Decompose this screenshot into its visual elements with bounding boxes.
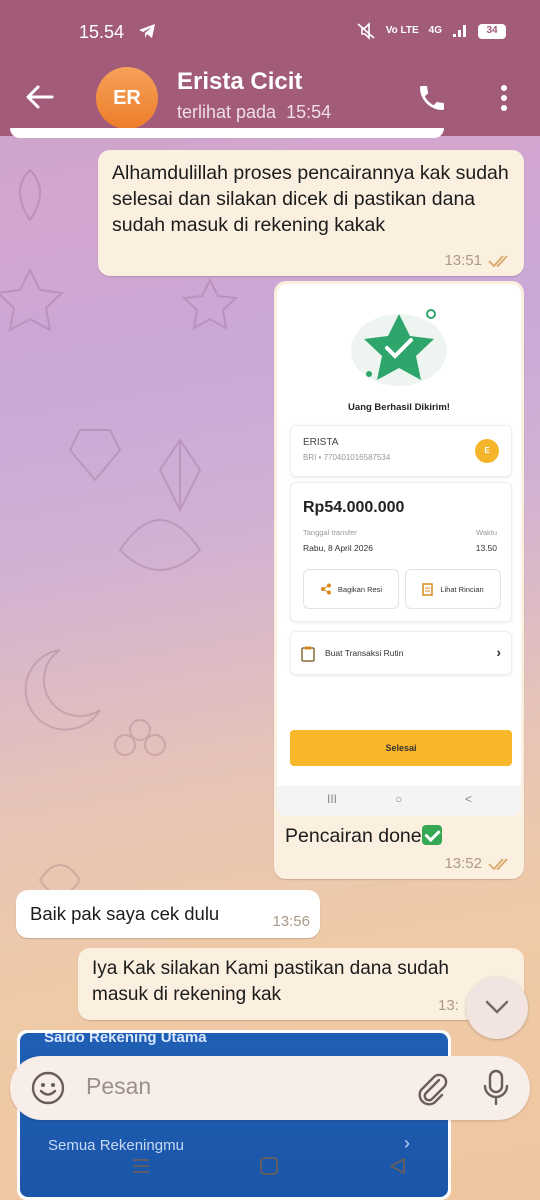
chevron-right-icon: › (496, 644, 501, 660)
message-bubble-incoming[interactable]: Baik pak saya cek dulu 13:56 (16, 890, 320, 938)
message-input[interactable]: Pesan (86, 1073, 151, 1100)
previous-message-edge (10, 128, 444, 138)
battery-icon: 34 (478, 23, 506, 39)
bank-image-line1: Saldo Rekening Utama (44, 1033, 207, 1046)
share-receipt-label: Bagikan Resi (337, 584, 383, 594)
success-star-icon (351, 309, 447, 386)
back-icon: < (465, 792, 473, 806)
transfer-receipt-image[interactable]: Uang Berhasil Dikirim! ERISTA BRI • 7704… (277, 284, 521, 816)
recipient-account: BRI • 770401016587534 (303, 453, 391, 462)
message-time: 13:52 (444, 855, 482, 872)
message-time: 13:51 (444, 252, 482, 269)
system-nav-bar (0, 1140, 540, 1200)
emoji-icon[interactable] (30, 1070, 66, 1106)
routine-transaction-row: Buat Transaksi Rutin › (290, 631, 512, 675)
message-time: 13:56 (272, 913, 310, 930)
receipt-icon (422, 582, 434, 596)
contact-name[interactable]: Erista Cicit (177, 68, 302, 96)
date-label: Tanggal transfer (303, 528, 357, 537)
last-seen-time: 15:54 (286, 102, 332, 122)
message-input-bar[interactable]: Pesan (10, 1056, 530, 1120)
paperclip-icon[interactable] (415, 1070, 449, 1106)
chevron-down-icon (485, 1000, 509, 1014)
time-label: Waktu (476, 528, 497, 537)
message-meta: 13:56 (272, 913, 310, 930)
scroll-down-button[interactable] (466, 977, 528, 1039)
recent-apps-icon: III (327, 792, 338, 806)
volte-label: Vo LTE (385, 25, 419, 36)
chat-header: ER Erista Cicit terlihat pada 15:54 (0, 62, 540, 136)
double-check-icon (488, 857, 508, 870)
transfer-amount: Rp54.000.000 (303, 499, 405, 516)
message-meta: 13: (438, 997, 459, 1014)
screenshot-nav-bar: III ○ < (277, 786, 521, 816)
check-mark-emoji-icon (421, 825, 442, 845)
image-caption: Pencairan done (285, 825, 442, 848)
recent-apps-icon[interactable] (131, 1156, 151, 1176)
done-button: Selesai (290, 730, 512, 766)
recipient-name: ERISTA (303, 437, 339, 448)
last-seen: terlihat pada 15:54 (177, 102, 331, 123)
more-options-icon[interactable] (492, 82, 516, 114)
signal-icon (453, 25, 466, 37)
message-bubble-outgoing[interactable]: Alhamdulillah proses pencairannya kak su… (98, 150, 524, 276)
message-text: Baik pak saya cek dulu (30, 903, 220, 924)
network-label: 4G (428, 25, 442, 36)
share-receipt-button: Bagikan Resi (303, 569, 399, 609)
share-icon (320, 583, 331, 595)
view-details-label: Lihat Rincian (440, 584, 484, 594)
home-icon: ○ (395, 792, 403, 806)
avatar[interactable]: ER (96, 67, 158, 129)
telegram-notification-icon (139, 24, 155, 38)
recipient-initial: E (475, 439, 499, 463)
routine-transaction-label: Buat Transaksi Rutin (325, 648, 404, 658)
message-bubble-image[interactable]: Uang Berhasil Dikirim! ERISTA BRI • 7704… (274, 281, 524, 879)
clipboard-icon (301, 646, 315, 662)
message-meta: 13:52 (444, 855, 512, 872)
message-bubble-outgoing[interactable]: Iya Kak silakan Kami pastikan dana sudah… (78, 948, 524, 1020)
date-value: Rabu, 8 April 2026 (303, 543, 373, 553)
last-seen-label: terlihat pada (177, 102, 277, 122)
home-icon[interactable] (259, 1156, 279, 1176)
back-arrow-icon[interactable] (24, 82, 56, 112)
status-time: 15.54 (79, 22, 125, 42)
status-icons: Vo LTE 4G 34 (356, 22, 506, 40)
status-bar: 15.54 Vo LTE 4G 34 (0, 0, 540, 62)
microphone-icon[interactable] (481, 1068, 511, 1108)
success-title: Uang Berhasil Dikirim! (348, 402, 450, 413)
double-check-icon (488, 254, 508, 267)
time-value: 13.50 (475, 543, 497, 553)
caption-text: Pencairan done (285, 825, 422, 847)
message-time: 13: (438, 997, 459, 1014)
message-text: Alhamdulillah proses pencairannya kak su… (112, 162, 509, 236)
mute-icon (357, 22, 375, 40)
view-details-button: Lihat Rincian (405, 569, 501, 609)
back-icon[interactable] (388, 1156, 408, 1176)
message-meta: 13:51 (444, 252, 512, 269)
phone-call-icon[interactable] (416, 82, 448, 114)
